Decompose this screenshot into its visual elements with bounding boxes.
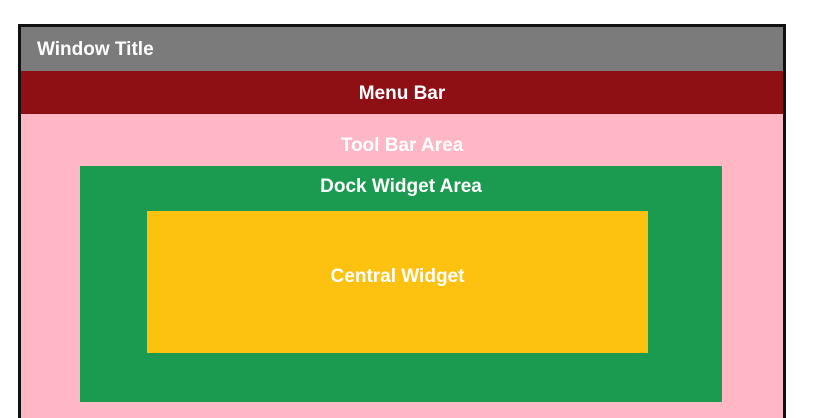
dock-widget-label: Dock Widget Area xyxy=(320,176,482,197)
dock-widget-area: Dock Widget Area Central Widget xyxy=(80,166,722,402)
window-title-bar: Window Title xyxy=(21,27,783,71)
main-window-diagram: Window Title Menu Bar Tool Bar Area Dock… xyxy=(18,24,786,418)
central-widget-label: Central Widget xyxy=(330,266,465,287)
central-widget: Central Widget xyxy=(147,211,648,353)
menu-bar-label: Menu Bar xyxy=(358,83,446,104)
window-title-label: Window Title xyxy=(37,39,154,60)
tool-bar-area: Tool Bar Area xyxy=(21,129,783,163)
tool-bar-label: Tool Bar Area xyxy=(340,135,464,156)
menu-bar-region: Menu Bar xyxy=(21,71,783,114)
